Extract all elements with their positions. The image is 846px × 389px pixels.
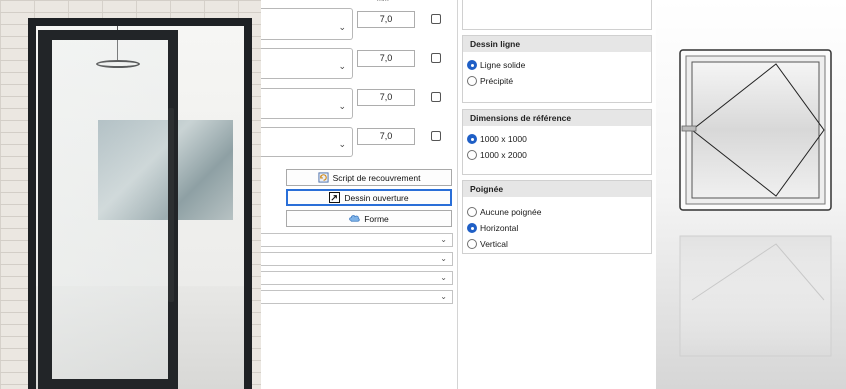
radio-label: 1000 x 2000 xyxy=(480,150,527,160)
profile-combo-3[interactable]: ⌄ xyxy=(261,88,353,119)
radio-horizontal[interactable]: Horizontal xyxy=(463,220,651,236)
radio-unchecked-icon xyxy=(467,76,477,86)
radio-vertical[interactable]: Vertical xyxy=(463,236,651,252)
chevron-down-icon: ⌄ xyxy=(440,235,447,244)
window-preview xyxy=(656,0,846,389)
radio-1000x1000[interactable]: 1000 x 1000 xyxy=(463,131,651,147)
group-title: Dessin ligne xyxy=(463,36,651,52)
radio-list: Ligne solide Précipité xyxy=(463,52,651,89)
radio-aucune-poignee[interactable]: Aucune poignée xyxy=(463,204,651,220)
profile-combo-1[interactable]: ⌄ xyxy=(261,8,353,40)
options-panel: Dessin ligne Ligne solide Précipité Dime… xyxy=(457,0,656,389)
dropdown-1[interactable]: ⌄ xyxy=(261,233,453,247)
radio-label: Vertical xyxy=(480,239,508,249)
profile-combo-2[interactable]: ⌄ xyxy=(261,48,353,79)
dropdown-4[interactable]: ⌄ xyxy=(261,290,453,304)
checkbox-4[interactable] xyxy=(431,131,441,141)
form-panel: mm ⌄ 7,0 ⌄ 7,0 ⌄ 7,0 ⌄ 7,0 Script de rec… xyxy=(261,0,457,389)
door-leaf xyxy=(38,30,178,389)
shape-cloud-icon xyxy=(349,215,360,222)
group-title: Dimensions de référence xyxy=(463,110,651,126)
script-refresh-icon xyxy=(318,172,329,183)
forme-button[interactable]: Forme xyxy=(286,210,452,227)
forme-label: Forme xyxy=(364,213,389,224)
top-group xyxy=(462,0,652,30)
group-title: Poignée xyxy=(463,181,651,197)
door-handle xyxy=(168,108,174,302)
radio-checked-icon xyxy=(467,223,477,233)
checkbox-1[interactable] xyxy=(431,14,441,24)
script-recouvrement-button[interactable]: Script de recouvrement xyxy=(286,169,452,186)
checkbox-3[interactable] xyxy=(431,92,441,102)
radio-label: 1000 x 1000 xyxy=(480,134,527,144)
radio-label: Précipité xyxy=(480,76,514,86)
radio-unchecked-icon xyxy=(467,239,477,249)
value-field-2[interactable]: 7,0 xyxy=(357,50,415,67)
dessin-ouverture-button[interactable]: Dessin ouverture xyxy=(286,189,452,206)
window-reflection xyxy=(679,235,832,357)
radio-precipite[interactable]: Précipité xyxy=(463,73,651,89)
radio-list: Aucune poignée Horizontal Vertical xyxy=(463,197,651,252)
script-recouvrement-label: Script de recouvrement xyxy=(332,172,421,183)
radio-1000x2000[interactable]: 1000 x 2000 xyxy=(463,147,651,163)
radio-unchecked-icon xyxy=(467,150,477,160)
radio-label: Ligne solide xyxy=(480,60,526,70)
value-field-3[interactable]: 7,0 xyxy=(357,89,415,106)
radio-unchecked-icon xyxy=(467,207,477,217)
window-handle xyxy=(681,125,697,132)
opening-drawing-icon xyxy=(329,192,341,203)
dessin-ouverture-label: Dessin ouverture xyxy=(344,192,409,203)
chevron-down-icon: ⌄ xyxy=(338,22,346,32)
checkbox-2[interactable] xyxy=(431,53,441,63)
window-glass xyxy=(691,61,820,199)
chevron-down-icon: ⌄ xyxy=(440,254,447,263)
chevron-down-icon: ⌄ xyxy=(440,273,447,282)
chevron-down-icon: ⌄ xyxy=(338,61,346,71)
radio-checked-icon xyxy=(467,134,477,144)
value-field-1[interactable]: 7,0 xyxy=(357,11,415,28)
chevron-down-icon: ⌄ xyxy=(338,101,346,111)
poignee-group: Poignée Aucune poignée Horizontal Vertic… xyxy=(462,180,652,254)
radio-ligne-solide[interactable]: Ligne solide xyxy=(463,57,651,73)
chevron-down-icon: ⌄ xyxy=(338,139,346,149)
door-photo xyxy=(0,0,261,389)
value-field-4[interactable]: 7,0 xyxy=(357,128,415,145)
radio-label: Horizontal xyxy=(480,223,519,233)
radio-checked-icon xyxy=(467,60,477,70)
dessin-ligne-group: Dessin ligne Ligne solide Précipité xyxy=(462,35,652,103)
unit-label: mm xyxy=(377,0,389,3)
radio-list: 1000 x 1000 1000 x 2000 xyxy=(463,126,651,163)
chevron-down-icon: ⌄ xyxy=(440,292,447,301)
dropdown-3[interactable]: ⌄ xyxy=(261,271,453,285)
dropdown-2[interactable]: ⌄ xyxy=(261,252,453,266)
radio-label: Aucune poignée xyxy=(480,207,542,217)
window-drawing xyxy=(679,49,832,357)
dimensions-group: Dimensions de référence 1000 x 1000 1000… xyxy=(462,109,652,175)
profile-combo-4[interactable]: ⌄ xyxy=(261,127,353,157)
